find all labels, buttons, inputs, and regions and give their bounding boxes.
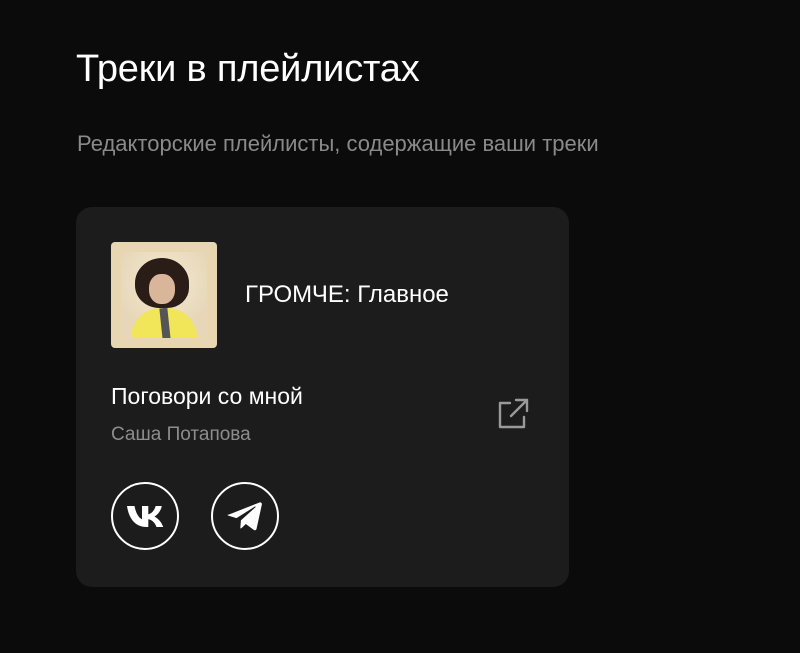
track-title: Поговори со мной — [111, 383, 303, 409]
external-link-icon[interactable] — [494, 395, 532, 433]
playlist-cover-image — [111, 242, 217, 348]
playlist-link[interactable]: ГРОМЧЕ: Главное — [111, 242, 449, 348]
track-artist: Саша Потапова — [111, 424, 251, 445]
telegram-icon — [227, 502, 262, 531]
share-telegram-button[interactable] — [211, 482, 279, 550]
section-subtitle: Редакторские плейлисты, содержащие ваши … — [77, 131, 599, 156]
tracks-in-playlists-page: Треки в плейлистах Редакторские плейлист… — [0, 0, 800, 653]
playlist-name: ГРОМЧЕ: Главное — [245, 281, 449, 308]
vk-icon — [127, 506, 164, 527]
section-title: Треки в плейлистах — [76, 48, 420, 90]
playlist-track-card: ГРОМЧЕ: Главное Поговори со мной Саша По… — [76, 207, 569, 587]
share-vk-button[interactable] — [111, 482, 179, 550]
